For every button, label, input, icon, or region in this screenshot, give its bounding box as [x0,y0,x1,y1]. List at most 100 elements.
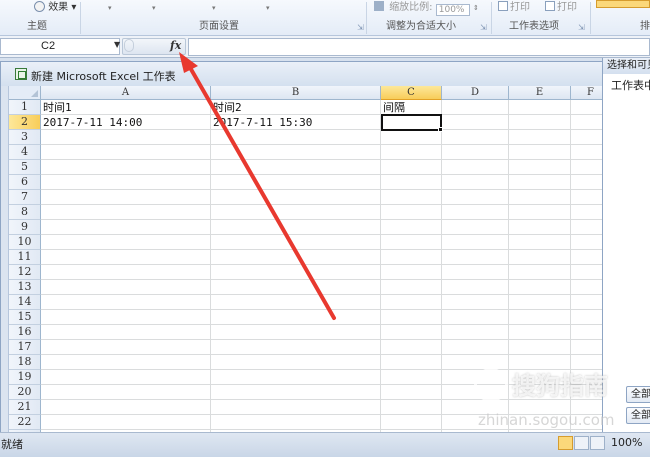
insert-function-button[interactable]: fx [170,39,181,52]
ribbon: 效果 ▾ ▾ ▾ ▾ ▾ 主题 页面设置 ⇲ 缩放比例: 100% ⇕ 调整为合… [0,0,650,36]
gridline-horizontal [41,294,606,295]
status-bar: 就绪 100% [0,432,650,457]
row-header-22[interactable]: 22 [9,415,41,430]
gridline-horizontal [41,219,606,220]
watermark-logo [474,368,508,402]
watermark-text: 搜狗指南 [512,372,608,400]
row-header-15[interactable]: 15 [9,310,41,325]
row-header-6[interactable]: 6 [9,175,41,190]
scale-control: 缩放比例: 100% ⇕ [374,1,479,16]
scale-spinner[interactable]: 100% [435,4,470,16]
column-header-e[interactable]: E [509,86,571,100]
fill-handle[interactable] [438,127,443,132]
gridline-horizontal [41,279,606,280]
dialog-launcher-icon[interactable]: ⇲ [578,23,585,32]
print-gridlines-checkbox[interactable]: 打印 [498,1,530,15]
left-strip [1,86,9,433]
row-header-18[interactable]: 18 [9,355,41,370]
dialog-launcher-icon[interactable]: ⇲ [357,23,364,32]
cell-a2[interactable]: 2017-7-11 14:00 [41,115,142,130]
gridline-horizontal [41,189,606,190]
active-cell-selection[interactable] [381,114,442,131]
row-header-4[interactable]: 4 [9,145,41,160]
page-setup-group-caption: 页面设置 [199,21,239,32]
row-header-5[interactable]: 5 [9,160,41,175]
row-header-17[interactable]: 17 [9,340,41,355]
cancel-entry-icon[interactable] [124,39,134,52]
chevron-down-icon[interactable]: ▾ [152,4,156,12]
column-header-d[interactable]: D [442,86,509,100]
show-all-button[interactable]: 全部 [626,386,650,403]
column-header-b[interactable]: B [211,86,381,100]
arrange-group-caption: 排 [640,21,650,32]
row-header-13[interactable]: 13 [9,280,41,295]
chevron-down-icon[interactable]: ▾ [212,4,216,12]
row-header-3[interactable]: 3 [9,130,41,145]
gridline-horizontal [41,324,606,325]
checkbox-icon [545,1,555,11]
cell-a1[interactable]: 时间1 [41,100,72,115]
cell-b1[interactable]: 时间2 [211,100,242,115]
watermark-sub: zhinan.sogou.com [478,411,615,429]
column-header-c[interactable]: C [381,86,442,100]
hide-all-button[interactable]: 全部 [626,407,650,424]
row-header-8[interactable]: 8 [9,205,41,220]
ribbon-separator [590,2,591,34]
excel-doc-icon [15,68,27,80]
chevron-down-icon[interactable]: ▾ [266,4,270,12]
print-label: 打印 [510,2,530,13]
gridline-horizontal [41,204,606,205]
gridline-horizontal [41,264,606,265]
row-header-9[interactable]: 9 [9,220,41,235]
page-layout-view-icon[interactable] [574,436,589,450]
selection-pane: 选择和可见 工作表中 全部 全部 [602,58,650,432]
checkbox-icon [498,1,508,11]
dialog-launcher-icon[interactable]: ⇲ [480,23,487,32]
window-title: 新建 Microsoft Excel 工作表 [31,70,176,83]
normal-view-icon[interactable] [558,436,573,450]
name-box[interactable]: C2 [0,38,120,55]
formula-input[interactable] [188,38,650,56]
gridline-vertical [508,100,509,433]
gridline-horizontal [41,174,606,175]
chevron-down-icon[interactable]: ▾ [108,4,112,12]
column-header-a[interactable]: A [41,86,211,100]
effects-label: 效果 [48,2,69,13]
spinner-arrows-icon[interactable]: ⇕ [473,4,479,12]
gridline-horizontal [41,309,606,310]
status-ready: 就绪 [1,438,23,451]
print-label: 打印 [557,2,577,13]
selection-pane-button[interactable] [596,0,650,8]
page-break-view-icon[interactable] [590,436,605,450]
effects-button[interactable]: 效果 ▾ [34,1,76,15]
window-title-bar[interactable]: 新建 Microsoft Excel 工作表 [1,62,606,86]
gridline-horizontal [41,144,606,145]
row-header-14[interactable]: 14 [9,295,41,310]
zoom-level[interactable]: 100% [611,436,642,449]
ribbon-separator [366,2,367,34]
print-headings-checkbox[interactable]: 打印 [545,1,577,15]
row-header-16[interactable]: 16 [9,325,41,340]
row-header-21[interactable]: 21 [9,400,41,415]
gridline-vertical [441,100,442,433]
row-header-11[interactable]: 11 [9,250,41,265]
row-header-20[interactable]: 20 [9,385,41,400]
selection-pane-title: 选择和可见 [603,58,650,74]
cell-c1[interactable]: 间隔 [381,100,405,115]
row-header-2[interactable]: 2 [9,115,41,130]
scale-label: 缩放比例: [389,2,433,13]
row-header-10[interactable]: 10 [9,235,41,250]
row-header-12[interactable]: 12 [9,265,41,280]
select-all-corner[interactable] [9,86,41,100]
gridline-horizontal [41,159,606,160]
row-header-19[interactable]: 19 [9,370,41,385]
gridline-horizontal [41,249,606,250]
row-header-7[interactable]: 7 [9,190,41,205]
column-header-f[interactable]: F [571,86,606,100]
sheet-options-group-caption: 工作表选项 [509,21,559,32]
chevron-down-icon[interactable]: ▼ [114,40,120,49]
gridline-horizontal [41,234,606,235]
chevron-down-icon: ▾ [71,2,77,13]
row-header-1[interactable]: 1 [9,100,41,115]
cell-b2[interactable]: 2017-7-11 15:30 [211,115,312,130]
